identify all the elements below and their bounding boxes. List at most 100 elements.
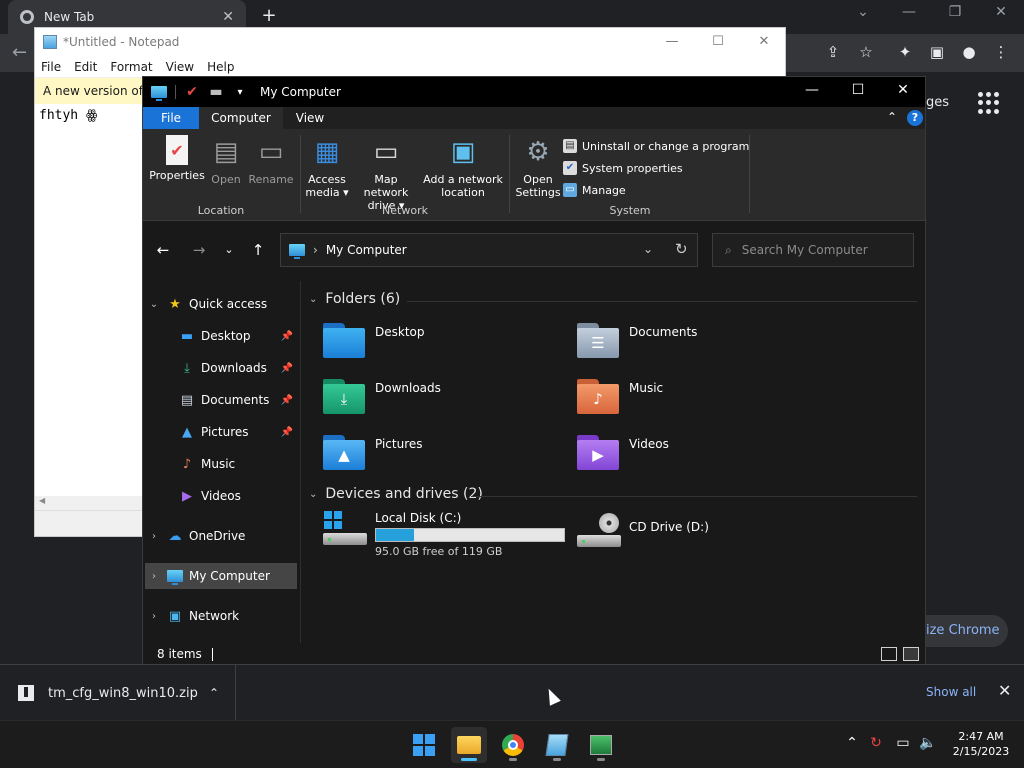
folder-documents[interactable]: ☰ Documents	[577, 323, 697, 359]
drives-section-header[interactable]: ⌄ Devices and drives (2)	[309, 486, 483, 502]
manage-button[interactable]: ▭ Manage	[563, 183, 626, 197]
collapsed-chevron-icon[interactable]: ›	[147, 571, 161, 582]
pin-icon: 📌	[280, 330, 293, 342]
notepad-close-icon[interactable]: ✕	[753, 34, 775, 49]
folder-pictures[interactable]: ▲ Pictures	[323, 435, 423, 471]
tab-view[interactable]: View	[283, 107, 337, 129]
sidebar-item-pictures[interactable]: ▲ Pictures 📌	[143, 419, 299, 445]
search-box[interactable]: ⌕	[712, 233, 914, 267]
show-hidden-icons-chevron-icon[interactable]: ⌃	[842, 735, 862, 751]
new-tab-button[interactable]: +	[258, 6, 280, 28]
back-arrow-icon[interactable]: ←	[153, 241, 173, 259]
folder-downloads[interactable]: ⤓ Downloads	[323, 379, 441, 415]
properties-quick-icon[interactable]: ✔	[184, 84, 200, 100]
sidebar-item-music[interactable]: ♪ Music	[143, 451, 299, 477]
chrome-close-icon[interactable]: ✕	[987, 4, 1015, 20]
open-settings-button[interactable]: ⚙ Open Settings	[514, 135, 562, 200]
notepad-menu-edit[interactable]: Edit	[74, 60, 97, 74]
sidebar-item-videos[interactable]: ▶ Videos	[143, 483, 299, 509]
close-tab-icon[interactable]: ✕	[222, 9, 234, 25]
customize-quick-access-icon[interactable]: ▾	[232, 85, 248, 99]
add-network-location-button[interactable]: ▣ Add a network location	[423, 135, 503, 200]
open-button[interactable]: ▤ Open	[207, 135, 245, 187]
new-folder-quick-icon[interactable]: ▬	[208, 84, 224, 100]
search-input[interactable]	[741, 243, 902, 257]
back-arrow-icon[interactable]: ←	[12, 42, 27, 63]
close-download-bar-icon[interactable]: ✕	[998, 681, 1011, 700]
ribbon-collapse-icon[interactable]: ⌃	[887, 110, 897, 124]
notepad-menu-format[interactable]: Format	[110, 60, 152, 74]
folder-music[interactable]: ♪ Music	[577, 379, 663, 415]
forward-arrow-icon[interactable]: →	[189, 241, 209, 259]
explorer-maximize-icon[interactable]: ☐	[835, 82, 881, 98]
breadcrumb-my-computer[interactable]: My Computer	[326, 243, 697, 257]
sidebar-item-downloads[interactable]: ⤓ Downloads 📌	[143, 355, 299, 381]
details-view-icon[interactable]	[881, 647, 897, 661]
share-icon[interactable]: ⇪	[822, 43, 844, 61]
ribbon: ✔ Properties ▤ Open ▭ Rename Location ▦ …	[143, 129, 925, 221]
expand-chevron-icon[interactable]: ⌄	[147, 299, 161, 310]
collapsed-chevron-icon[interactable]: ›	[147, 531, 161, 542]
start-button[interactable]	[406, 727, 442, 763]
tab-computer[interactable]: Computer	[199, 107, 283, 129]
up-arrow-icon[interactable]: ↑	[248, 241, 268, 259]
sidebar-item-my-computer[interactable]: › My Computer	[145, 563, 297, 589]
access-media-button[interactable]: ▦ Access media ▾	[303, 135, 351, 200]
chrome-minimize-icon[interactable]: —	[895, 4, 923, 20]
chrome-tab-search-icon[interactable]: ⌄	[849, 4, 877, 20]
sidebar-item-network[interactable]: › ▣ Network	[143, 603, 299, 629]
side-panel-icon[interactable]: ▣	[926, 43, 948, 61]
download-item[interactable]: tm_cfg_win8_win10.zip ⌃	[0, 665, 236, 721]
folder-videos[interactable]: ▶ Videos	[577, 435, 669, 471]
notepad-menu-help[interactable]: Help	[207, 60, 234, 74]
address-bar[interactable]: › My Computer ⌄ ↻	[280, 233, 698, 267]
notepad-horizontal-scrollbar[interactable]: ◀	[35, 496, 143, 510]
google-apps-icon[interactable]	[978, 92, 1000, 114]
extensions-puzzle-icon[interactable]: ✦	[894, 43, 916, 61]
taskbar-file-explorer[interactable]	[451, 727, 487, 763]
drive-local-disk-c[interactable]: Local Disk (C:) 95.0 GB free of 119 GB	[323, 511, 565, 558]
rename-button[interactable]: ▭ Rename	[247, 135, 295, 187]
system-properties-button[interactable]: ✔ System properties	[563, 161, 683, 175]
bookmark-star-icon[interactable]: ☆	[855, 43, 877, 61]
explorer-minimize-icon[interactable]: —	[789, 82, 835, 98]
taskbar-notepad[interactable]	[539, 727, 575, 763]
uninstall-program-button[interactable]: ▤ Uninstall or change a program	[563, 139, 749, 153]
notepad-menu-file[interactable]: File	[41, 60, 61, 74]
chrome-restore-icon[interactable]: ❐	[941, 4, 969, 20]
recent-locations-chevron-icon[interactable]: ⌄	[219, 243, 239, 256]
collapse-chevron-icon[interactable]: ⌄	[309, 294, 317, 305]
refresh-icon[interactable]: ↻	[675, 240, 688, 258]
collapsed-chevron-icon[interactable]: ›	[147, 611, 161, 622]
volume-icon[interactable]: 🔈	[918, 735, 938, 751]
sidebar-item-quick-access[interactable]: ⌄ ★ Quick access	[143, 291, 299, 317]
properties-button[interactable]: ✔ Properties	[149, 135, 205, 182]
download-options-chevron-icon[interactable]: ⌃	[209, 686, 219, 700]
system-clock[interactable]: 2:47 AM 2/15/2023	[946, 729, 1016, 759]
collapse-chevron-icon[interactable]: ⌄	[309, 489, 317, 500]
tab-file[interactable]: File	[143, 107, 199, 129]
network-status-icon[interactable]: ▭	[893, 735, 913, 751]
drive-cd-d[interactable]: CD Drive (D:)	[577, 513, 709, 547]
sidebar-item-documents[interactable]: ▤ Documents 📌	[143, 387, 299, 413]
chrome-menu-icon[interactable]: ⋮	[990, 43, 1012, 61]
address-dropdown-icon[interactable]: ⌄	[643, 242, 653, 256]
sidebar-item-onedrive[interactable]: › ☁ OneDrive	[143, 523, 299, 549]
notepad-maximize-icon[interactable]: ☐	[707, 34, 729, 49]
large-icons-view-icon[interactable]	[903, 647, 919, 661]
sync-status-icon[interactable]: ↻	[866, 735, 886, 751]
sidebar-item-desktop[interactable]: ▬ Desktop 📌	[143, 323, 299, 349]
notepad-menu-view[interactable]: View	[166, 60, 194, 74]
customize-chrome-button[interactable]: ize Chrome	[912, 615, 1008, 647]
folder-desktop[interactable]: Desktop	[323, 323, 425, 359]
notepad-minimize-icon[interactable]: —	[661, 34, 683, 49]
explorer-close-icon[interactable]: ✕	[880, 82, 926, 98]
taskbar-control-panel[interactable]	[583, 727, 619, 763]
taskbar-chrome[interactable]	[495, 727, 531, 763]
show-all-downloads-link[interactable]: Show all	[926, 685, 976, 699]
folders-section-header[interactable]: ⌄ Folders (6)	[309, 291, 400, 307]
help-icon[interactable]: ?	[907, 110, 923, 126]
map-network-drive-button[interactable]: ▭ Map network drive ▾	[351, 135, 421, 213]
profile-icon[interactable]: ●	[958, 43, 980, 61]
breadcrumb-chevron-icon[interactable]: ›	[313, 243, 318, 257]
